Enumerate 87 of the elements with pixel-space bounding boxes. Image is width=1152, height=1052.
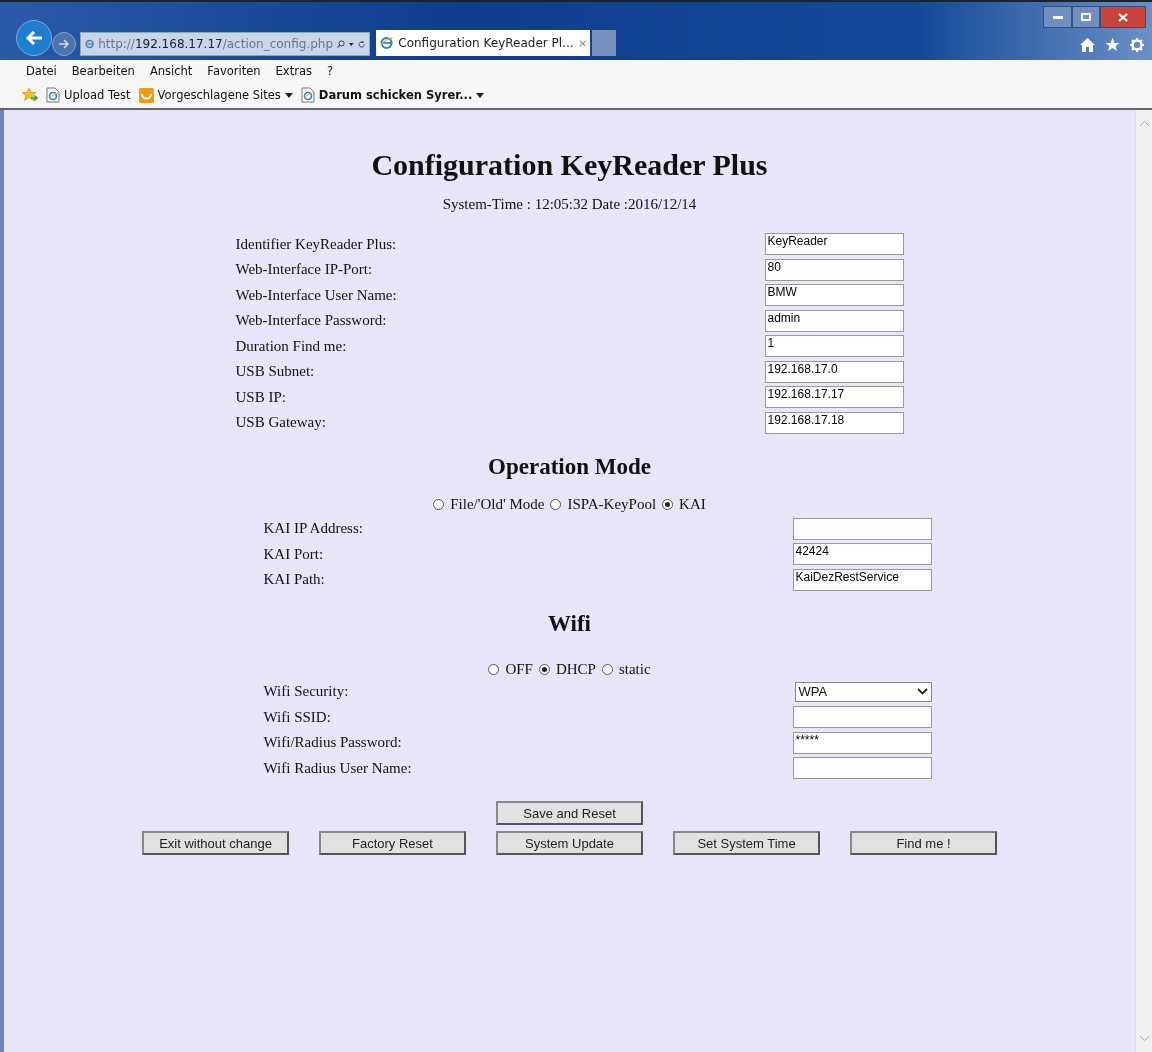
minimize-button[interactable] bbox=[1043, 6, 1072, 28]
input-field[interactable] bbox=[792, 757, 932, 779]
field-label: Wifi Security: bbox=[263, 683, 349, 700]
action-button[interactable]: Set System Time bbox=[673, 831, 820, 855]
input-field[interactable]: 1 bbox=[764, 335, 904, 357]
input-field[interactable]: 80 bbox=[764, 258, 904, 281]
section-heading: Operation Mode bbox=[488, 453, 651, 480]
input-field[interactable]: KaiDezRestService bbox=[792, 568, 932, 591]
radio-option[interactable]: DHCP bbox=[538, 660, 596, 678]
radio-button[interactable] bbox=[662, 498, 674, 510]
radio-button[interactable] bbox=[538, 663, 550, 675]
radio-option[interactable]: KAI bbox=[662, 495, 706, 513]
suggested-sites-icon bbox=[138, 87, 154, 103]
field-label: Duration Find me: bbox=[235, 337, 347, 355]
radio-option[interactable]: File/'Old' Mode bbox=[433, 495, 545, 513]
favorite-link[interactable]: Upload Test bbox=[46, 87, 131, 103]
menu-item[interactable]: Datei bbox=[26, 64, 57, 78]
input-field[interactable]: admin bbox=[764, 309, 904, 332]
back-arrow-icon bbox=[25, 30, 43, 46]
menu-item[interactable]: Bearbeiten bbox=[71, 64, 135, 78]
radio-button[interactable] bbox=[433, 498, 445, 510]
field-label: Wifi Radius User Name: bbox=[263, 759, 412, 777]
close-icon[interactable] bbox=[578, 38, 586, 48]
menu-item[interactable]: Ansicht bbox=[149, 64, 193, 78]
forward-button[interactable] bbox=[52, 32, 76, 56]
browser-logo-icon bbox=[380, 35, 394, 51]
input-field[interactable] bbox=[792, 517, 932, 540]
favorites-star-icon[interactable] bbox=[22, 87, 38, 103]
field-label: KAI Port: bbox=[263, 545, 324, 563]
menu-item[interactable]: Extras bbox=[275, 64, 312, 78]
maximize-icon bbox=[1081, 13, 1091, 21]
browser-tab[interactable]: Configuration KeyReader Pl... bbox=[376, 30, 590, 56]
favorite-label: Vorgeschlagene Sites bbox=[157, 88, 281, 102]
field-label: USB Subnet: bbox=[235, 363, 315, 380]
favorite-label: Upload Test bbox=[64, 88, 131, 102]
page-icon bbox=[46, 87, 60, 103]
page-title: Configuration KeyReader Plus bbox=[371, 148, 768, 182]
settings-icon[interactable] bbox=[1130, 38, 1144, 52]
favorite-label: Darum schicken Syrer... bbox=[318, 88, 473, 102]
chevron-icon bbox=[916, 688, 928, 695]
action-button[interactable]: Find me ! bbox=[850, 831, 997, 855]
section-heading: Wifi bbox=[548, 610, 591, 637]
input-field[interactable] bbox=[792, 706, 932, 728]
input-field[interactable]: 42424 bbox=[792, 543, 932, 565]
radio-button[interactable] bbox=[601, 663, 613, 675]
favorite-link[interactable]: Vorgeschlagene Sites bbox=[138, 87, 293, 103]
input-field[interactable]: 192.168.17.18 bbox=[764, 411, 904, 434]
radio-button[interactable] bbox=[488, 663, 500, 675]
action-button[interactable]: Exit without change bbox=[142, 831, 289, 855]
input-field[interactable]: ***** bbox=[792, 731, 932, 754]
close-button[interactable] bbox=[1100, 6, 1146, 28]
menu-item[interactable]: Favoriten bbox=[207, 64, 261, 78]
radio-button[interactable] bbox=[550, 498, 562, 510]
save-and-reset-button[interactable]: Save and Reset bbox=[496, 801, 643, 825]
caret-icon bbox=[349, 41, 354, 47]
radio-option[interactable]: ISPA-KeyPool bbox=[550, 495, 657, 513]
radio-option[interactable]: OFF bbox=[488, 660, 533, 678]
input-field[interactable]: BMW bbox=[764, 284, 904, 306]
field-label: KAI IP Address: bbox=[263, 520, 363, 537]
home-icon[interactable] bbox=[1080, 38, 1095, 52]
action-button[interactable]: System Update bbox=[496, 831, 643, 855]
input-field[interactable]: 192.168.17.0 bbox=[764, 360, 904, 383]
action-button[interactable]: Factory Reset bbox=[319, 831, 466, 855]
input-field[interactable]: KeyReader bbox=[764, 233, 904, 255]
system-time: System-Time : 12:05:32 Date :2016/12/14 bbox=[442, 196, 697, 213]
field-label: Web-Interface Password: bbox=[235, 312, 387, 329]
close-icon bbox=[1118, 12, 1128, 22]
field-label: Wifi/Radius Password: bbox=[263, 734, 402, 751]
menu-item[interactable]: ? bbox=[326, 64, 334, 78]
address-bar[interactable]: http://192.168.17.17/action_config.php bbox=[80, 32, 370, 56]
field-label: Identifier KeyReader Plus: bbox=[235, 235, 397, 253]
field-label: KAI Path: bbox=[263, 571, 325, 588]
field-label: USB IP: bbox=[235, 388, 286, 406]
back-button[interactable] bbox=[16, 20, 52, 56]
minimize-icon bbox=[1052, 15, 1063, 19]
field-label: USB Gateway: bbox=[235, 414, 326, 431]
field-label: Web-Interface IP-Port: bbox=[235, 261, 373, 278]
maximize-button[interactable] bbox=[1072, 6, 1100, 28]
radio-option[interactable]: static bbox=[601, 660, 651, 678]
star-icon[interactable] bbox=[1105, 38, 1120, 52]
favorite-link[interactable]: Darum schicken Syrer... bbox=[300, 87, 485, 103]
field-label: Wifi SSID: bbox=[263, 708, 331, 726]
field-label: Web-Interface User Name: bbox=[235, 286, 397, 304]
page-icon bbox=[300, 87, 315, 103]
input-field[interactable]: 192.168.17.17 bbox=[764, 386, 904, 408]
dropdown-field[interactable]: WPA bbox=[794, 681, 932, 702]
forward-arrow-icon bbox=[58, 39, 70, 49]
